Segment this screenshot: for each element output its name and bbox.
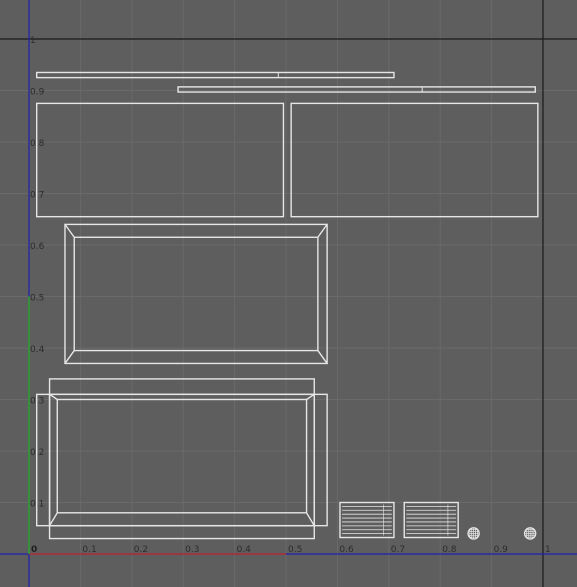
u-tick-label: 0.4	[237, 545, 252, 555]
u-tick-label: 0.5	[288, 545, 302, 555]
uv-frame-bevel[interactable]	[317, 350, 328, 364]
uv-frame-inner[interactable]	[73, 236, 319, 352]
u-tick-label: 0.7	[391, 545, 405, 555]
v-tick-label: 0.5	[30, 294, 44, 304]
uv-box-inner-face[interactable]	[56, 398, 308, 514]
uv-strip[interactable]	[177, 86, 536, 93]
uv-box-bevel[interactable]	[305, 512, 315, 527]
u-tick-label: 0.8	[442, 545, 457, 555]
u-tick-label: 0	[31, 545, 37, 555]
uv-box-bevel[interactable]	[48, 512, 58, 527]
uv-box-face[interactable]	[48, 393, 315, 527]
uv-box-bevel[interactable]	[49, 393, 58, 401]
u-tick-label: 0.3	[185, 545, 199, 555]
uv-strip[interactable]	[36, 71, 395, 79]
uv-grille[interactable]	[403, 501, 459, 539]
uv-frame-bevel[interactable]	[64, 223, 75, 238]
grid-lines	[0, 0, 577, 587]
uv-frame-bevel[interactable]	[64, 350, 75, 364]
uv-panel[interactable]	[36, 102, 285, 218]
uv-box-bottom-flap[interactable]	[48, 524, 315, 540]
u-tick-label: 0.1	[82, 545, 96, 555]
v-tick-label: 0.9	[30, 88, 45, 98]
axis-lines	[0, 0, 577, 587]
u-tick-label: 0.9	[494, 545, 509, 555]
v-tick-label: 0.4	[30, 345, 45, 355]
u-tick-label: 0.2	[134, 545, 148, 555]
uv-editor-viewport[interactable]: 0 0.1 0.2 0.3 0.4 0.5 0.6 0.7 0.8 0.9 1 0.1 0.2 0.3 0.…	[0, 0, 577, 587]
uv-grille[interactable]	[339, 501, 395, 539]
uv-frame-bevel[interactable]	[317, 223, 328, 238]
v-tick-label: 1	[30, 36, 36, 46]
u-tick-label: 1	[545, 545, 551, 555]
u-tick-label: 0.6	[339, 545, 354, 555]
uv-box-bevel[interactable]	[306, 393, 315, 401]
tick-labels: 0 0.1 0.2 0.3 0.4 0.5 0.6 0.7 0.8 0.9 10.10.20.30.…	[30, 36, 551, 555]
uv-panel[interactable]	[290, 102, 539, 218]
uv-box-right-flap[interactable]	[313, 393, 328, 527]
uv-canvas[interactable]: 0 0.1 0.2 0.3 0.4 0.5 0.6 0.7 0.8 0.9 10.10.20.30.…	[0, 0, 577, 587]
uv-box-top-flap[interactable]	[48, 378, 315, 396]
v-tick-label: 0.6	[30, 242, 45, 252]
